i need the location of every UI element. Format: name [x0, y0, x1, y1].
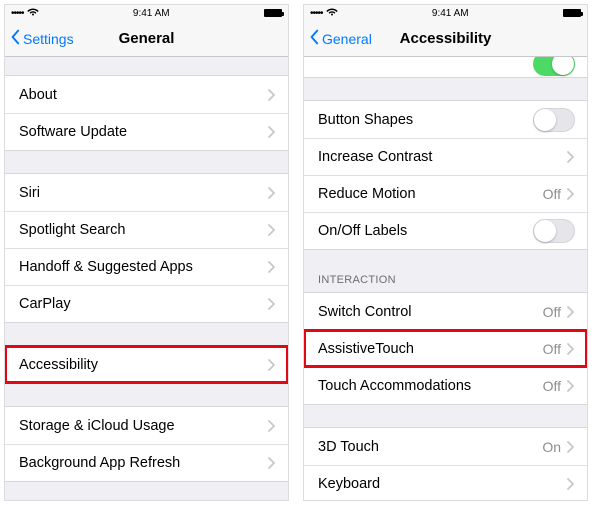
nav-bar: General Accessibility [304, 21, 587, 57]
row-partial-switch[interactable] [304, 57, 587, 77]
chevron-right-icon [567, 478, 575, 490]
row-value: On [542, 439, 561, 455]
signal-dots: ••••• [11, 8, 24, 19]
chevron-left-icon [9, 29, 21, 48]
chevron-right-icon [268, 261, 276, 273]
nav-bar: Settings General [5, 21, 288, 57]
wifi-icon [326, 7, 338, 19]
back-button[interactable]: General [304, 29, 372, 48]
row-label: Spotlight Search [19, 222, 268, 238]
status-bar: ••••• 9:41 AM [304, 5, 587, 21]
chevron-right-icon [567, 188, 575, 200]
chevron-left-icon [308, 29, 320, 48]
chevron-right-icon [268, 126, 276, 138]
row-value: Off [543, 341, 561, 357]
toggle-switch[interactable] [533, 219, 575, 243]
row-on-off-labels[interactable]: On/Off Labels [304, 212, 587, 249]
row-background-app-refresh[interactable]: Background App Refresh [5, 444, 288, 481]
row-label: Button Shapes [318, 112, 533, 128]
chevron-right-icon [567, 151, 575, 163]
battery-icon [563, 9, 581, 17]
row-label: Touch Accommodations [318, 378, 543, 394]
row-value: Off [543, 186, 561, 202]
row-label: Handoff & Suggested Apps [19, 259, 268, 275]
row-value: Off [543, 304, 561, 320]
row-accessibility[interactable]: Accessibility [5, 346, 288, 383]
row-storage-icloud-usage[interactable]: Storage & iCloud Usage [5, 407, 288, 444]
battery-icon [264, 9, 282, 17]
toggle-switch[interactable] [533, 108, 575, 132]
settings-list[interactable]: Button Shapes Increase Contrast Reduce Mot… [304, 57, 587, 500]
status-bar: ••••• 9:41 AM [5, 5, 288, 21]
row-label: Switch Control [318, 304, 543, 320]
chevron-right-icon [268, 89, 276, 101]
status-time: 9:41 AM [133, 8, 170, 19]
back-label: General [322, 31, 372, 47]
wifi-icon [27, 7, 39, 19]
chevron-right-icon [567, 441, 575, 453]
row-software-update[interactable]: Software Update [5, 113, 288, 150]
toggle-switch[interactable] [533, 57, 575, 76]
row-assistivetouch[interactable]: AssistiveTouchOff [304, 330, 587, 367]
chevron-right-icon [268, 457, 276, 469]
settings-list[interactable]: About Software Update Siri Spotlight Search… [5, 57, 288, 500]
status-time: 9:41 AM [432, 8, 469, 19]
chevron-right-icon [268, 359, 276, 371]
row-label: CarPlay [19, 296, 268, 312]
row-label: Keyboard [318, 476, 567, 492]
row-label: Software Update [19, 124, 268, 140]
row-label: On/Off Labels [318, 223, 533, 239]
chevron-right-icon [567, 306, 575, 318]
group-header: INTERACTION [304, 250, 587, 292]
row-label: Reduce Motion [318, 186, 543, 202]
phone-general: ••••• 9:41 AM Settings General About Soft… [4, 4, 289, 501]
row-label: Storage & iCloud Usage [19, 418, 268, 434]
row-value: Off [543, 378, 561, 394]
chevron-right-icon [567, 380, 575, 392]
row-label: 3D Touch [318, 439, 542, 455]
row-label: About [19, 87, 268, 103]
row-handoff-suggested-apps[interactable]: Handoff & Suggested Apps [5, 248, 288, 285]
chevron-right-icon [567, 343, 575, 355]
row-spotlight-search[interactable]: Spotlight Search [5, 211, 288, 248]
chevron-right-icon [268, 187, 276, 199]
chevron-right-icon [268, 224, 276, 236]
row-reduce-motion[interactable]: Reduce MotionOff [304, 175, 587, 212]
row-switch-control[interactable]: Switch ControlOff [304, 293, 587, 330]
row-label: AssistiveTouch [318, 341, 543, 357]
row-label: Background App Refresh [19, 455, 268, 471]
chevron-right-icon [268, 298, 276, 310]
row-3d-touch[interactable]: 3D TouchOn [304, 428, 587, 465]
row-button-shapes[interactable]: Button Shapes [304, 101, 587, 138]
row-label: Accessibility [19, 357, 268, 373]
back-button[interactable]: Settings [5, 29, 74, 48]
signal-dots: ••••• [310, 8, 323, 19]
row-siri[interactable]: Siri [5, 174, 288, 211]
row-label: Siri [19, 185, 268, 201]
row-touch-accommodations[interactable]: Touch AccommodationsOff [304, 367, 587, 404]
row-carplay[interactable]: CarPlay [5, 285, 288, 322]
back-label: Settings [23, 31, 74, 47]
row-about[interactable]: About [5, 76, 288, 113]
chevron-right-icon [268, 420, 276, 432]
row-keyboard[interactable]: Keyboard [304, 465, 587, 500]
phone-accessibility: ••••• 9:41 AM General Accessibility Butt… [303, 4, 588, 501]
row-label: Increase Contrast [318, 149, 567, 165]
row-increase-contrast[interactable]: Increase Contrast [304, 138, 587, 175]
